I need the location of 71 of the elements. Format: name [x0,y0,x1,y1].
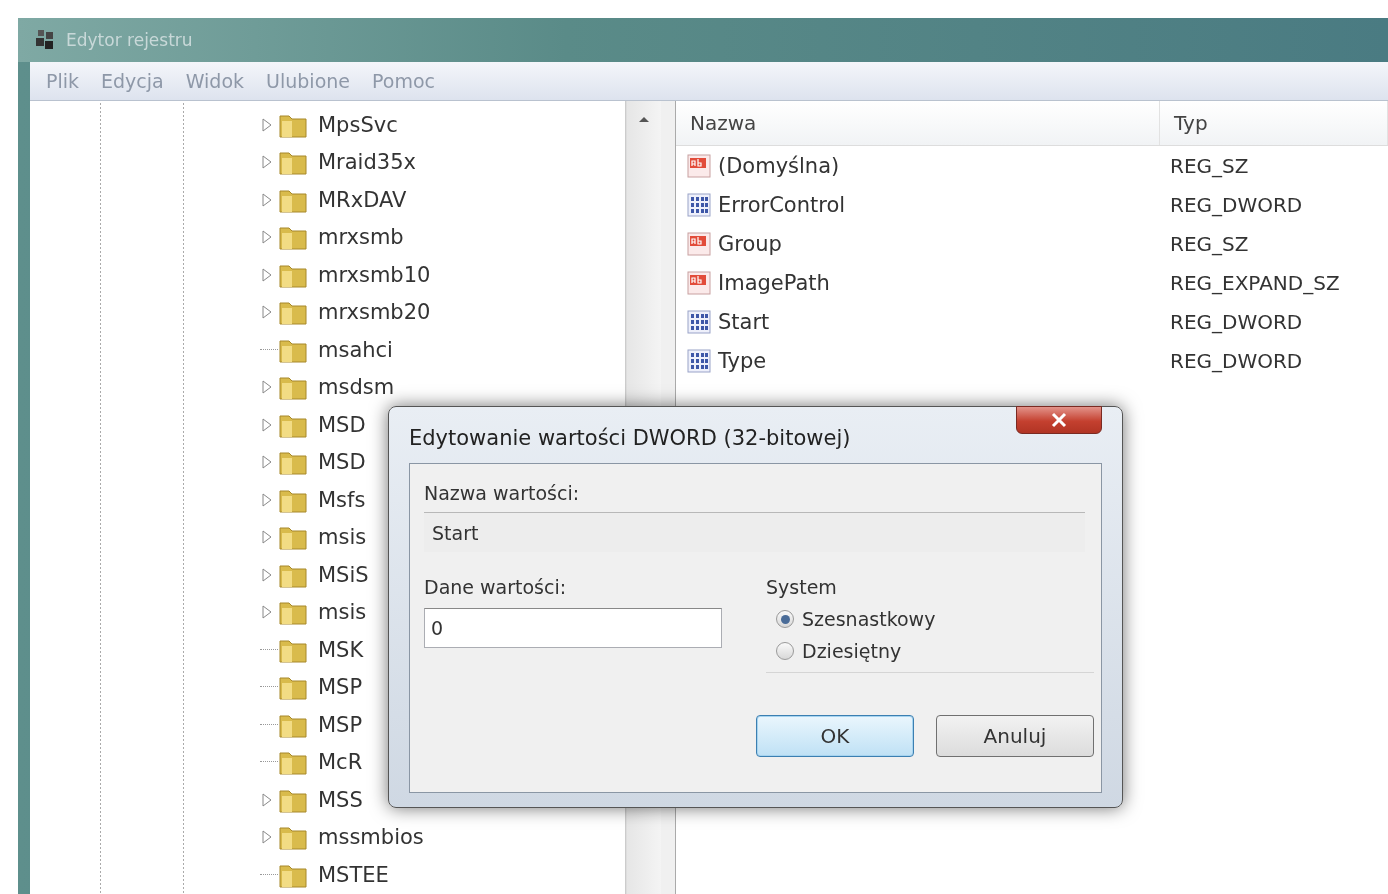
tree-item[interactable]: msis [318,600,367,625]
radio-label[interactable]: Dziesiętny [802,640,902,662]
radio-button[interactable] [776,610,794,628]
window-title: Edytor rejestru [66,30,193,50]
tree-item[interactable]: msis [318,525,367,550]
tree-item[interactable]: MSTEE [318,862,389,887]
dialog-button[interactable]: OK [756,715,914,757]
scroll-up-icon[interactable] [638,115,650,123]
tree-item[interactable]: Msfs [318,487,366,512]
value-name[interactable]: ImagePath [718,270,830,295]
tree-item[interactable]: mssmbios [318,825,424,850]
expand-arrow-icon[interactable] [260,380,274,395]
expand-arrow-icon[interactable] [260,492,274,507]
tree-item[interactable]: MpsSvc [318,112,398,137]
tree-item[interactable]: mrxsmb10 [318,262,431,287]
tree-item[interactable]: msahci [318,337,393,362]
expand-arrow-icon[interactable] [260,267,274,282]
expand-arrow-icon[interactable] [260,230,274,245]
tree-item[interactable]: MSD [318,412,366,437]
expand-arrow-icon[interactable] [260,605,274,620]
radio-label[interactable]: Szesnastkowy [802,608,936,630]
column-header[interactable]: Nazwa [676,101,1160,145]
expand-arrow-icon[interactable] [260,455,274,470]
dialog-title: Edytowanie wartości DWORD (32-bitowej) [409,425,851,450]
string-value-icon [686,152,714,179]
value-type: REG_SZ [1169,231,1250,256]
tree-item[interactable]: MSP [318,675,363,700]
binary-value-icon [686,308,714,335]
tree-item[interactable]: MSiS [318,562,369,587]
expand-arrow-icon[interactable] [260,305,274,320]
value-type: REG_DWORD [1169,348,1304,373]
value-name[interactable]: Start [718,309,770,334]
expand-arrow-icon[interactable] [260,155,274,170]
binary-value-icon [686,191,714,218]
binary-value-icon [686,347,714,374]
tree-item[interactable]: MSS [318,787,363,812]
expand-arrow-icon[interactable] [260,117,274,132]
group-label: System [766,576,837,598]
string-value-icon [686,230,714,257]
value-name[interactable]: ErrorControl [718,192,846,217]
field-label: Dane wartości: [424,576,568,598]
value-type: REG_SZ [1169,153,1250,178]
dialog-button[interactable]: Anuluj [936,715,1094,757]
value-name[interactable]: (Domyślna) [718,153,840,178]
tree-item[interactable]: McR [318,750,363,775]
value-name[interactable]: Group [718,231,782,256]
tree-item[interactable]: MRxDAV [318,187,407,212]
tree-item[interactable]: MSD [318,450,366,475]
value-type: REG_DWORD [1169,309,1304,334]
close-button[interactable] [1016,406,1102,434]
column-header[interactable]: Typ [1160,101,1388,145]
radio-button[interactable] [776,642,794,660]
expand-arrow-icon[interactable] [260,192,274,207]
tree-item[interactable]: MSK [318,637,364,662]
tree-item[interactable]: mrxsmb20 [318,300,431,325]
value-data-field[interactable]: 0 [424,608,722,648]
expand-arrow-icon[interactable] [260,417,274,432]
expand-arrow-icon[interactable] [260,530,274,545]
expand-arrow-icon[interactable] [260,830,274,845]
tree-item[interactable]: MSP [318,712,363,737]
field-label: Nazwa wartości: [424,482,581,504]
string-value-icon [686,269,714,296]
tree-item[interactable]: Mraid35x [318,150,416,175]
tree-item[interactable]: mrxsmb [318,225,404,250]
expand-arrow-icon[interactable] [260,792,274,807]
expand-arrow-icon[interactable] [260,567,274,582]
value-type: REG_DWORD [1169,192,1304,217]
value-name[interactable]: Type [718,348,767,373]
value-type: REG_EXPAND_SZ [1169,270,1341,295]
tree-item[interactable]: msdsm [318,375,395,400]
close-icon [1050,412,1068,428]
